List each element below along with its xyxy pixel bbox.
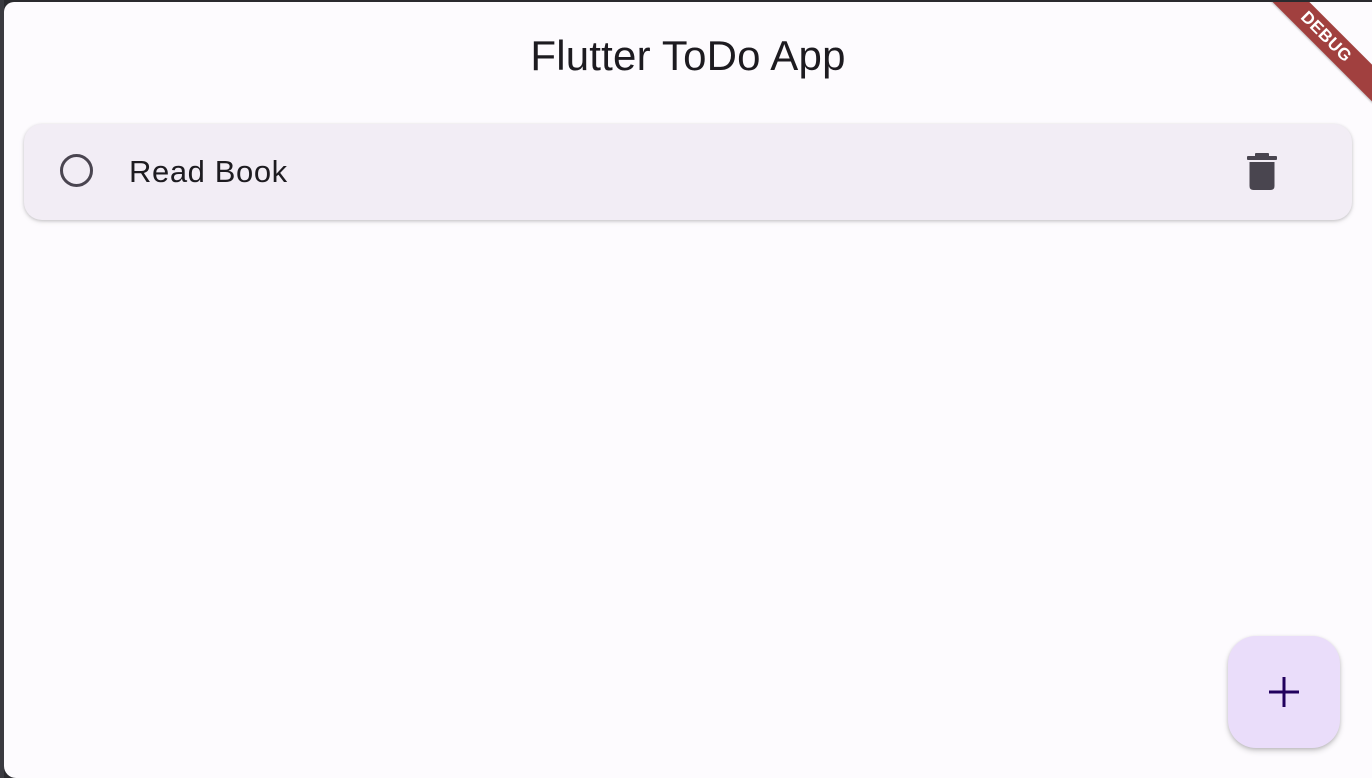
circle-outline-icon[interactable] [60, 154, 93, 187]
add-todo-button[interactable] [1228, 636, 1340, 748]
app-bar: Flutter ToDo App [4, 2, 1372, 112]
todo-item[interactable]: Read Book [24, 124, 1352, 220]
delete-button[interactable] [1232, 142, 1292, 202]
todo-item-text: Read Book [129, 154, 288, 189]
trash-icon [1247, 153, 1277, 190]
plus-icon [1269, 677, 1299, 707]
app-title: Flutter ToDo App [530, 32, 846, 79]
app-window: Flutter ToDo App Read Book DEBUG [4, 2, 1372, 778]
